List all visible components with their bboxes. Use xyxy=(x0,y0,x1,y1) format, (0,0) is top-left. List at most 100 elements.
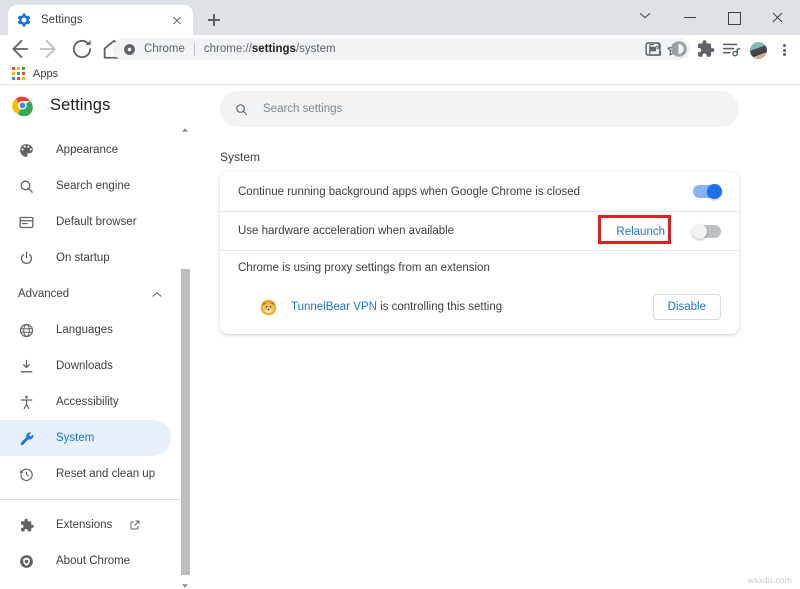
extension-name-link[interactable]: TunnelBear VPN xyxy=(291,301,377,313)
external-link-icon xyxy=(129,519,141,531)
relaunch-button[interactable]: Relaunch xyxy=(610,223,671,241)
sidebar-item-label: Extensions xyxy=(56,519,112,531)
sidebar-nav-footer: Extensions About Chrome xyxy=(0,507,185,579)
sidebar-item-downloads[interactable]: Downloads xyxy=(0,348,171,384)
reload-button[interactable] xyxy=(68,35,96,63)
watermark: wsxdn.com xyxy=(748,575,792,585)
apps-grid-icon[interactable] xyxy=(12,67,25,80)
window-controls xyxy=(624,0,800,35)
palette-icon xyxy=(18,142,35,159)
close-window-button[interactable] xyxy=(756,0,800,35)
sidebar-item-label: Accessibility xyxy=(56,396,119,408)
settings-content: System Continue running background apps … xyxy=(191,86,800,589)
sidebar-nav-primary: Appearance Search engine Default browser… xyxy=(0,132,185,276)
user-avatar[interactable] xyxy=(746,38,770,62)
sidebar-item-extensions[interactable]: Extensions xyxy=(0,507,171,543)
tunnelbear-bear-icon xyxy=(260,299,277,316)
page-title: System xyxy=(220,150,260,164)
settings-gear-icon xyxy=(16,12,32,28)
maximize-button[interactable] xyxy=(712,0,756,35)
omnibox-site-label: Chrome xyxy=(144,43,185,55)
tab-title: Settings xyxy=(41,14,169,26)
setting-row-hardware-acceleration: Use hardware acceleration when available… xyxy=(220,211,739,250)
chevron-down-icon[interactable] xyxy=(624,0,668,35)
scrollbar-thumb[interactable] xyxy=(181,269,190,575)
download-icon xyxy=(18,358,35,375)
sidebar-scrollbar[interactable] xyxy=(180,123,190,589)
search-icon xyxy=(18,178,35,195)
hardware-acceleration-toggle[interactable] xyxy=(693,225,721,238)
sidebar-item-label: Default browser xyxy=(56,216,137,228)
browser-window: Settings Chrome chrome://sett xyxy=(0,0,800,589)
back-button[interactable] xyxy=(4,35,32,63)
settings-title: Settings xyxy=(50,96,110,115)
search-icon xyxy=(234,102,249,117)
power-icon xyxy=(18,250,35,267)
chrome-settings-icon xyxy=(123,43,136,56)
sidebar-advanced-header[interactable]: Advanced xyxy=(0,276,185,312)
sidebar-item-system[interactable]: System xyxy=(0,420,171,456)
tab-strip: Settings xyxy=(0,0,800,35)
scroll-down-arrow-icon[interactable] xyxy=(180,578,190,589)
accessibility-icon xyxy=(18,394,35,411)
apps-shortcut-label[interactable]: Apps xyxy=(33,68,58,80)
search-settings-bar[interactable] xyxy=(220,91,739,127)
sidebar-item-label: Languages xyxy=(56,324,113,336)
sidebar-item-languages[interactable]: Languages xyxy=(0,312,171,348)
bookmark-bar: Apps xyxy=(0,63,800,85)
proxy-settings-row: Chrome is using proxy settings from an e… xyxy=(220,250,739,284)
sidebar-item-label: System xyxy=(56,432,94,444)
chrome-logo-icon xyxy=(12,95,33,116)
sidebar-item-label: Appearance xyxy=(56,144,118,156)
sidebar-item-reset-and-clean-up[interactable]: Reset and clean up xyxy=(0,456,171,492)
globe-icon xyxy=(18,322,35,339)
avatar-image xyxy=(750,42,767,59)
settings-brand: Settings xyxy=(0,86,185,124)
restore-clock-icon xyxy=(18,466,35,483)
proxy-label: Chrome is using proxy settings from an e… xyxy=(238,262,721,274)
browser-window-icon xyxy=(18,214,35,231)
advanced-label: Advanced xyxy=(18,288,152,300)
minimize-button[interactable] xyxy=(668,0,712,35)
proxy-extension-text: TunnelBear VPN is controlling this setti… xyxy=(291,301,653,313)
proxy-extension-row: TunnelBear VPN is controlling this setti… xyxy=(220,284,739,334)
system-settings-card: Continue running background apps when Go… xyxy=(220,172,739,334)
sidebar-item-on-startup[interactable]: On startup xyxy=(0,240,171,276)
sidebar-item-label: About Chrome xyxy=(56,555,130,567)
sidebar-item-default-browser[interactable]: Default browser xyxy=(0,204,171,240)
sidebar-item-search-engine[interactable]: Search engine xyxy=(0,168,171,204)
extension-suffix-text: is controlling this setting xyxy=(377,301,502,313)
omnibox-url: chrome://settings/system xyxy=(204,43,336,55)
sidebar-item-label: Reset and clean up xyxy=(56,468,155,480)
tab-close-icon[interactable] xyxy=(169,12,185,28)
media-cast-icon[interactable] xyxy=(642,38,666,62)
toolbar-actions xyxy=(642,38,796,62)
browser-tab[interactable]: Settings xyxy=(8,5,193,35)
scroll-up-arrow-icon[interactable] xyxy=(180,123,190,134)
setting-label: Use hardware acceleration when available xyxy=(238,225,610,237)
reading-list-icon[interactable] xyxy=(720,38,744,62)
address-bar[interactable]: Chrome chrome://settings/system xyxy=(113,38,690,60)
new-tab-button[interactable] xyxy=(203,9,225,31)
search-input[interactable] xyxy=(263,103,703,115)
sidebar-divider xyxy=(0,499,185,500)
sidebar-item-accessibility[interactable]: Accessibility xyxy=(0,384,171,420)
chevron-up-icon xyxy=(152,290,161,299)
sidebar-nav-advanced: Languages Downloads Accessibility System xyxy=(0,312,185,492)
setting-row-background-apps: Continue running background apps when Go… xyxy=(220,172,739,211)
circle-avatar-icon[interactable] xyxy=(668,38,692,62)
puzzle-piece-icon[interactable] xyxy=(694,38,718,62)
wrench-icon xyxy=(18,430,35,447)
sidebar-item-label: On startup xyxy=(56,252,110,264)
sidebar-item-about-chrome[interactable]: About Chrome xyxy=(0,543,171,579)
sidebar-item-appearance[interactable]: Appearance xyxy=(0,132,171,168)
sidebar-item-label: Downloads xyxy=(56,360,113,372)
chrome-shield-icon xyxy=(18,553,35,570)
three-dot-menu-icon[interactable] xyxy=(772,38,796,62)
relaunch-area: Relaunch xyxy=(610,222,671,240)
sidebar-item-label: Search engine xyxy=(56,180,130,192)
puzzle-piece-icon xyxy=(18,517,35,534)
background-apps-toggle[interactable] xyxy=(693,185,721,198)
forward-button[interactable] xyxy=(36,35,64,63)
disable-extension-button[interactable]: Disable xyxy=(653,294,721,320)
